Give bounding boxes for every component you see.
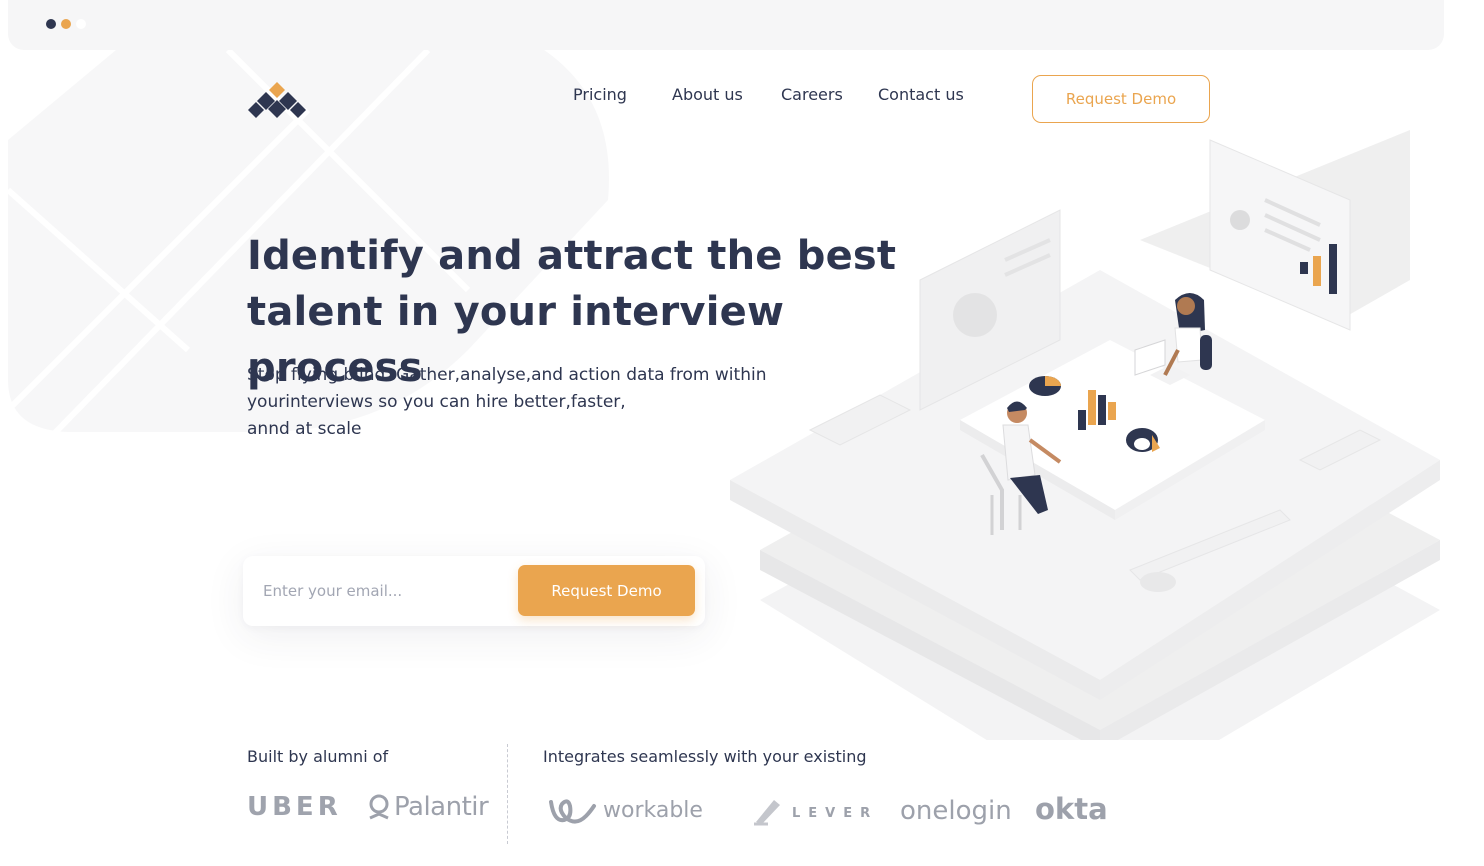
onelogin-logo: onelogin (900, 796, 1012, 826)
okta-logo: okta (1035, 792, 1108, 826)
window-dot-white (76, 19, 86, 29)
request-demo-submit-button[interactable]: Request Demo (518, 565, 695, 616)
lever-icon (754, 800, 780, 826)
logos-divider (507, 744, 508, 844)
alumni-label: Built by alumni of (247, 747, 389, 766)
integrations-label: Integrates seamlessly with your existing (543, 747, 867, 766)
window-dot-orange (61, 19, 71, 29)
lever-logo: LEVER (792, 806, 879, 821)
palantir-icon (369, 794, 389, 820)
window-dot-navy (46, 19, 56, 29)
nav-link-pricing[interactable]: Pricing (573, 85, 627, 104)
workable-icon (549, 799, 596, 824)
workable-logo: workable (603, 798, 703, 823)
palantir-logo: Palantir (394, 792, 489, 822)
uber-logo: UBER (247, 792, 342, 822)
email-signup-form: Request Demo (243, 556, 705, 626)
browser-window-bar (8, 0, 1444, 50)
email-input[interactable] (263, 568, 503, 614)
isometric-team-illustration (730, 130, 1440, 740)
